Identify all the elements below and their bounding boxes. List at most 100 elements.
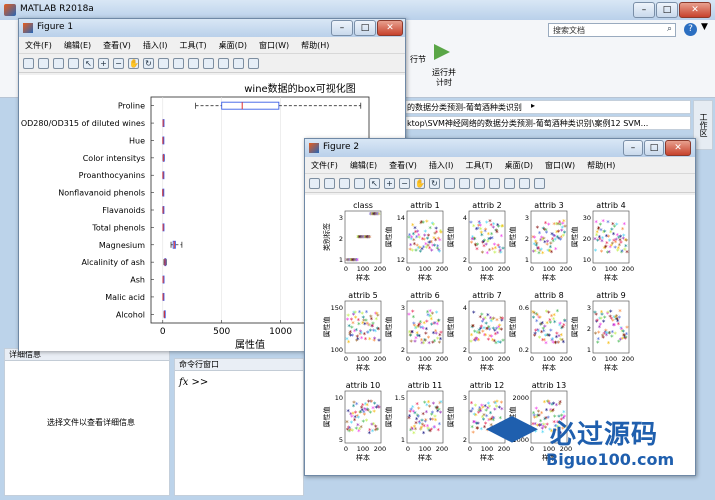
y-axis-label: 属性值 xyxy=(384,317,393,338)
x-tick-label: 200 xyxy=(622,355,634,363)
expand-icon[interactable]: ▼ xyxy=(701,22,708,32)
menu-window[interactable]: 窗口(W) xyxy=(539,160,581,171)
hide-plot-tools-icon[interactable] xyxy=(519,178,530,189)
x-axis-label: 样本 xyxy=(356,453,370,462)
command-prompt[interactable]: fx >> xyxy=(179,377,208,388)
show-plot-tools-icon[interactable] xyxy=(534,178,545,189)
menu-file[interactable]: 文件(F) xyxy=(305,160,344,171)
minimize-button[interactable]: – xyxy=(633,2,655,18)
print-icon[interactable] xyxy=(68,58,79,69)
scatter-point: * xyxy=(472,310,476,318)
save-icon[interactable] xyxy=(53,58,64,69)
zoom-in-icon[interactable]: + xyxy=(98,58,109,69)
zoom-in-icon[interactable]: + xyxy=(384,178,395,189)
new-figure-icon[interactable] xyxy=(23,58,34,69)
scatter-point: * xyxy=(562,339,566,347)
scatter-point: * xyxy=(553,319,557,327)
menu-view[interactable]: 查看(V) xyxy=(97,40,137,51)
y-tick-label: 1.5 xyxy=(395,394,405,402)
y-axis-label: 属性值 xyxy=(570,317,579,338)
scatter-point: * xyxy=(500,326,504,334)
pan-icon[interactable]: ✋ xyxy=(128,58,139,69)
search-box[interactable]: 搜索文档 ⌕ xyxy=(548,23,676,37)
x-tick-label: 200 xyxy=(436,355,448,363)
link-icon[interactable] xyxy=(188,58,199,69)
pointer-icon[interactable]: ↖ xyxy=(369,178,380,189)
scatter-point: * xyxy=(438,421,442,429)
scatter-point: * xyxy=(368,234,372,242)
figure2-close-button[interactable]: ✕ xyxy=(665,140,691,156)
x-tick-label: 0 xyxy=(530,355,534,363)
y-axis-label: 属性值 xyxy=(508,227,517,248)
menu-tools[interactable]: 工具(T) xyxy=(459,160,498,171)
command-window[interactable]: 命令行窗口 fx >> xyxy=(174,358,304,496)
print-icon[interactable] xyxy=(354,178,365,189)
data-cursor-icon[interactable] xyxy=(158,58,169,69)
x-axis-label: 样本 xyxy=(604,363,618,372)
run-advance-icon[interactable] xyxy=(434,44,450,60)
colorbar-icon[interactable] xyxy=(203,58,214,69)
new-figure-icon[interactable] xyxy=(309,178,320,189)
x-tick-label: 100 xyxy=(357,355,369,363)
x-tick-label: 0 xyxy=(592,265,596,273)
rotate-icon[interactable]: ↻ xyxy=(429,178,440,189)
open-file-icon[interactable] xyxy=(324,178,335,189)
zoom-out-icon[interactable]: − xyxy=(113,58,124,69)
legend-icon[interactable] xyxy=(218,58,229,69)
hide-plot-tools-icon[interactable] xyxy=(233,58,244,69)
y-axis-label: 属性值 xyxy=(446,407,455,428)
subplot-title: attrib 13 xyxy=(532,381,567,390)
y-axis-label: 属性值 xyxy=(322,407,331,428)
x-axis-label: 样本 xyxy=(418,273,432,282)
menu-edit[interactable]: 编辑(E) xyxy=(58,40,97,51)
brush-icon[interactable] xyxy=(173,58,184,69)
figure1-minimize-button[interactable]: – xyxy=(331,20,353,36)
open-file-icon[interactable] xyxy=(38,58,49,69)
pointer-icon[interactable]: ↖ xyxy=(83,58,94,69)
menu-edit[interactable]: 编辑(E) xyxy=(344,160,383,171)
menu-help[interactable]: 帮助(H) xyxy=(295,40,335,51)
menu-insert[interactable]: 插入(I) xyxy=(423,160,460,171)
x-tick-label: 0 xyxy=(530,265,534,273)
link-icon[interactable] xyxy=(474,178,485,189)
y-tick-label: 150 xyxy=(331,304,343,312)
legend-icon[interactable] xyxy=(504,178,515,189)
colorbar-icon[interactable] xyxy=(489,178,500,189)
menu-desktop[interactable]: 桌面(D) xyxy=(213,40,253,51)
close-button[interactable]: ✕ xyxy=(679,2,711,18)
workspace-tab[interactable]: 工作区 xyxy=(693,100,713,150)
maximize-button[interactable]: □ xyxy=(656,2,678,18)
data-cursor-icon[interactable] xyxy=(444,178,455,189)
figure1-close-button[interactable]: ✕ xyxy=(377,20,403,36)
menu-file[interactable]: 文件(F) xyxy=(19,40,58,51)
brush-icon[interactable] xyxy=(459,178,470,189)
run-advance-label2[interactable]: 计时 xyxy=(436,77,452,88)
save-icon[interactable] xyxy=(339,178,350,189)
scatter-point: * xyxy=(439,229,443,237)
scatter-point: * xyxy=(618,308,622,316)
scatter-point: * xyxy=(376,426,380,434)
rotate-icon[interactable]: ↻ xyxy=(143,58,154,69)
menu-view[interactable]: 查看(V) xyxy=(383,160,423,171)
y-tick-label: 10 xyxy=(583,256,591,264)
y-axis-label: 属性值 xyxy=(570,227,579,248)
x-tick-label: 100 xyxy=(481,265,493,273)
y-axis-label: 属性值 xyxy=(446,317,455,338)
figure2-minimize-button[interactable]: – xyxy=(623,140,643,156)
figure2-maximize-button[interactable]: □ xyxy=(644,140,664,156)
category-label: Alcalinity of ash xyxy=(81,258,145,267)
menu-desktop[interactable]: 桌面(D) xyxy=(499,160,539,171)
show-plot-tools-icon[interactable] xyxy=(248,58,259,69)
help-icon[interactable]: ? xyxy=(684,23,697,36)
figure2-titlebar: Figure 2 – □ ✕ xyxy=(305,139,695,157)
menu-tools[interactable]: 工具(T) xyxy=(173,40,212,51)
zoom-out-icon[interactable]: − xyxy=(399,178,410,189)
chevron-right-icon: ▸ xyxy=(531,101,536,110)
figure1-maximize-button[interactable]: □ xyxy=(354,20,376,36)
pan-icon[interactable]: ✋ xyxy=(414,178,425,189)
menu-help[interactable]: 帮助(H) xyxy=(581,160,621,171)
category-label: OD280/OD315 of diluted wines xyxy=(21,119,145,128)
category-label: Nonflavanoid phenols xyxy=(58,189,145,198)
menu-window[interactable]: 窗口(W) xyxy=(253,40,295,51)
menu-insert[interactable]: 插入(I) xyxy=(137,40,174,51)
